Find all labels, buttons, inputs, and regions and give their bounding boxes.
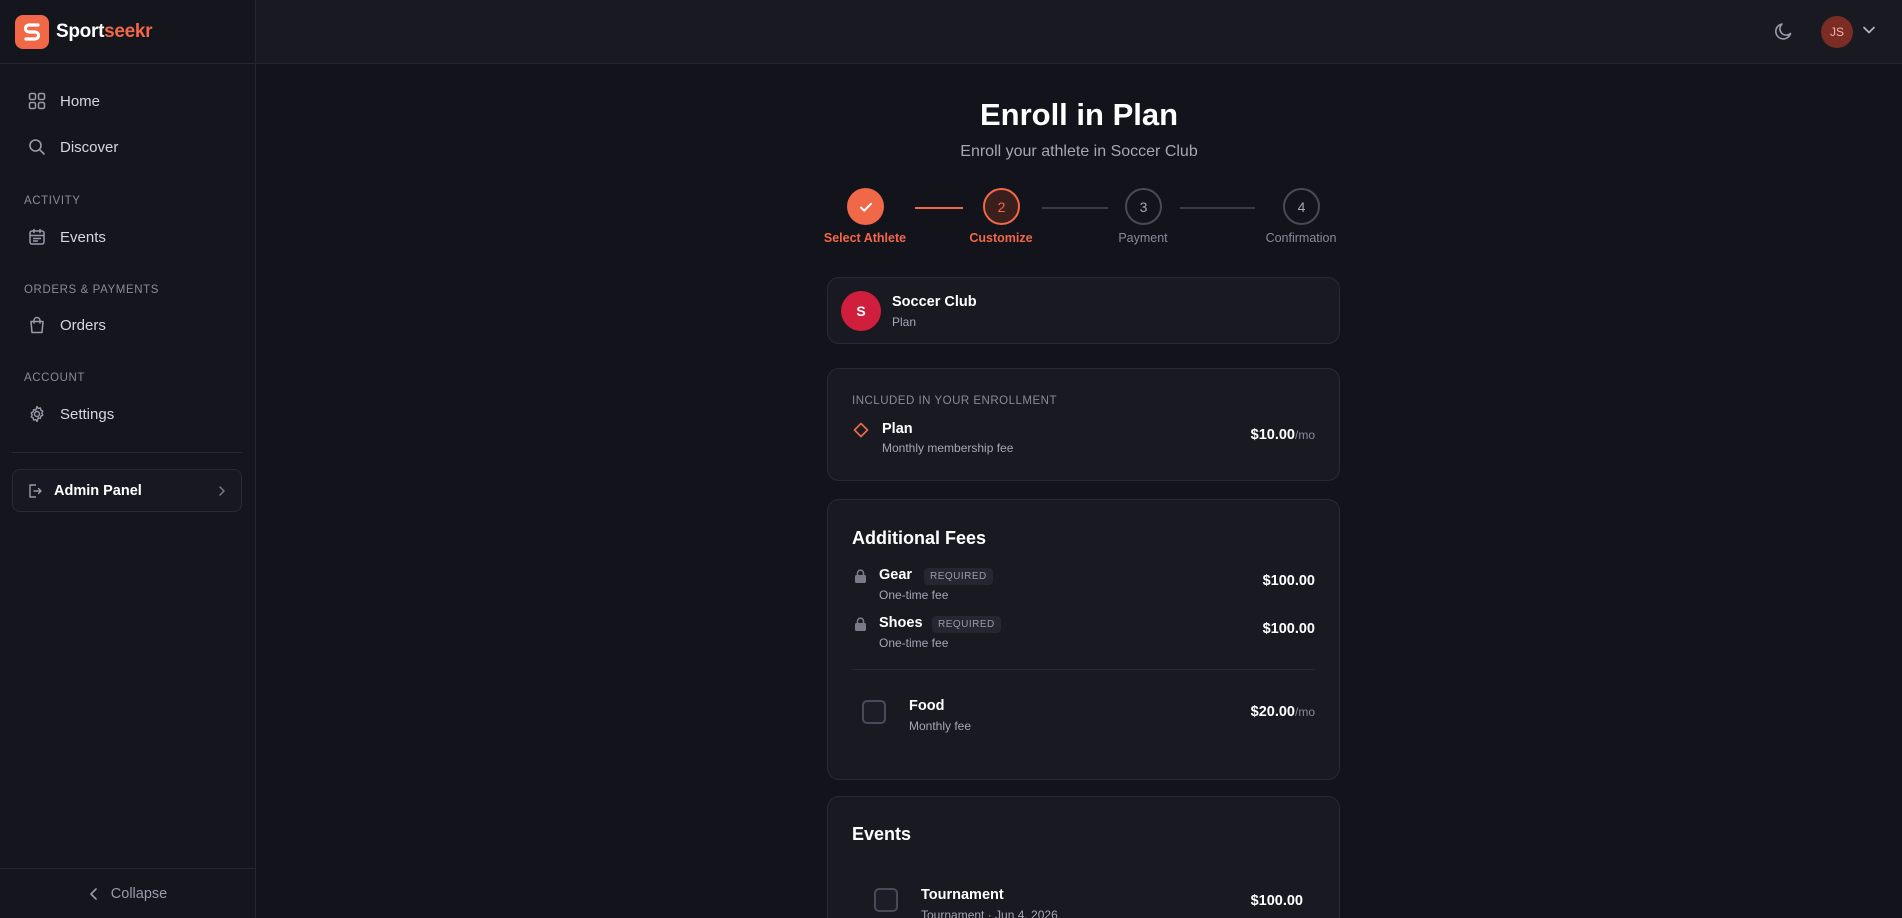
fee-shoes-price: $100.00: [1262, 621, 1315, 637]
chevron-left-icon: [89, 887, 97, 900]
admin-panel-button[interactable]: Admin Panel: [12, 469, 242, 512]
sidebar-divider: [12, 452, 242, 453]
grid-icon: [28, 92, 46, 110]
sidebar-item-orders-label: Orders: [60, 316, 106, 334]
additional-fees-heading: Additional Fees: [852, 528, 987, 548]
fee-shoes-desc: One-time fee: [879, 636, 949, 650]
fees-divider: [852, 669, 1315, 670]
club-type: Plan: [892, 315, 917, 329]
chevron-down-icon[interactable]: [1862, 25, 1876, 35]
included-heading: INCLUDED IN YOUR ENROLLMENT: [852, 395, 1057, 407]
step-2-label: Customize: [969, 231, 1033, 245]
section-label-activity: ACTIVITY: [24, 195, 81, 207]
step-4-label: Confirmation: [1265, 231, 1337, 245]
sidebar-item-orders[interactable]: Orders: [12, 305, 242, 345]
section-label-account: ACCOUNT: [24, 372, 86, 384]
fee-gear-desc: One-time fee: [879, 588, 949, 602]
fee-food-name: Food: [909, 698, 945, 714]
brand-name-part1: Sport: [56, 20, 105, 42]
step-3-label: Payment: [1118, 231, 1168, 245]
fee-food-price: $20.00/mo: [1251, 704, 1315, 720]
step-1-label: Select Athlete: [823, 231, 907, 245]
collapse-label: Collapse: [110, 885, 168, 902]
food-checkbox[interactable]: [862, 700, 886, 724]
collapse-sidebar-button[interactable]: Collapse: [0, 868, 256, 918]
moon-icon: [1775, 23, 1792, 40]
brand-name-part2: seekr: [104, 20, 153, 42]
shopping-bag-icon: [30, 316, 44, 334]
sidebar-item-discover[interactable]: Discover: [12, 127, 242, 167]
theme-toggle-button[interactable]: [1773, 20, 1797, 44]
event-tournament-desc: Tournament · Jun 4, 2026: [921, 908, 1058, 918]
page-title: Enroll in Plan: [979, 97, 1179, 132]
included-price-period: /mo: [1294, 428, 1315, 442]
page-subtitle: Enroll your athlete in Soccer Club: [960, 143, 1198, 160]
sidebar-item-events[interactable]: Events: [12, 217, 242, 257]
events-heading: Events: [852, 824, 912, 844]
event-tournament-name: Tournament: [921, 887, 1004, 903]
fee-gear-name: Gear: [879, 567, 913, 583]
brand-name: Sportseekr: [56, 20, 153, 43]
step-3-circle[interactable]: 3: [1125, 188, 1162, 225]
club-card: S Soccer Club Plan: [827, 277, 1340, 344]
sidebar-item-settings[interactable]: Settings: [12, 394, 242, 434]
fee-shoes-name: Shoes: [879, 615, 923, 631]
gear-icon: [30, 405, 44, 423]
sidebar-item-discover-label: Discover: [60, 138, 119, 156]
sidebar-item-home-label: Home: [60, 92, 101, 110]
brand[interactable]: Sportseekr: [0, 0, 255, 64]
sidebar-item-events-label: Events: [60, 228, 106, 246]
diamond-icon: [853, 422, 869, 438]
lock-icon: [855, 569, 866, 583]
brand-logo-icon: [15, 14, 49, 49]
user-avatar[interactable]: JS: [1821, 16, 1853, 48]
club-avatar: S: [841, 291, 881, 331]
sidebar-item-settings-label: Settings: [60, 405, 115, 423]
main-content: Enroll in Plan Enroll your athlete in So…: [256, 64, 1902, 918]
search-icon: [29, 139, 45, 155]
included-plan-name: Plan: [882, 421, 913, 437]
included-price-value: $10.00: [1250, 427, 1295, 443]
sidebar: Sportseekr Home Discover ACTIVITY Events…: [0, 0, 256, 918]
included-plan-desc: Monthly membership fee: [882, 441, 1014, 455]
step-connector-1: [915, 207, 963, 209]
club-name: Soccer Club: [892, 294, 977, 310]
additional-fees-card: Additional Fees Gear REQUIRED One-time f…: [827, 499, 1340, 780]
calendar-icon: [29, 228, 45, 245]
section-label-orders-payments: ORDERS & PAYMENTS: [24, 284, 160, 296]
fee-gear-price: $100.00: [1262, 573, 1315, 589]
fee-food-price-value: $20.00: [1250, 704, 1295, 720]
fee-food-desc: Monthly fee: [909, 719, 972, 733]
step-2-circle[interactable]: 2: [983, 188, 1020, 225]
event-tournament-price: $100.00: [1250, 893, 1303, 909]
step-connector-2: [1042, 207, 1108, 209]
chevron-right-icon: [219, 485, 225, 496]
step-connector-3: [1180, 207, 1255, 209]
exit-door-icon: [29, 483, 42, 498]
included-card: INCLUDED IN YOUR ENROLLMENT Plan Monthly…: [827, 368, 1340, 481]
top-bar: JS: [256, 0, 1902, 64]
step-1-circle[interactable]: [847, 188, 884, 225]
tournament-checkbox[interactable]: [874, 888, 898, 912]
required-badge: REQUIRED: [932, 616, 1001, 633]
events-card: Events Tournament Tournament · Jun 4, 20…: [827, 796, 1340, 918]
step-4-circle[interactable]: 4: [1283, 188, 1320, 225]
check-icon: [859, 202, 872, 212]
included-plan-price: $10.00/mo: [1251, 427, 1315, 443]
required-badge: REQUIRED: [924, 568, 993, 585]
fee-food-price-period: /mo: [1294, 705, 1315, 719]
sidebar-item-home[interactable]: Home: [12, 81, 242, 121]
admin-panel-label: Admin Panel: [54, 482, 142, 499]
lock-icon: [855, 617, 866, 631]
